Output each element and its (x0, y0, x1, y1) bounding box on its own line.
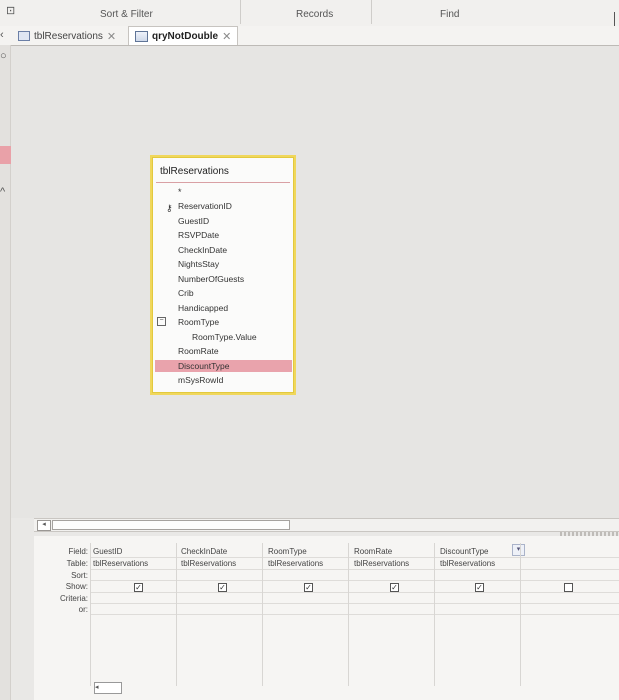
ribbon-group-records: Records (296, 9, 334, 20)
field-cell[interactable]: DiscountType (440, 547, 488, 556)
query-design-area[interactable] (11, 46, 619, 518)
chevron-left-icon[interactable]: ‹ (0, 29, 4, 41)
close-icon[interactable]: ✕ (222, 30, 231, 43)
navigation-pane-collapsed[interactable] (0, 45, 11, 700)
show-checkbox[interactable]: ✓ (304, 583, 313, 592)
table-cell[interactable]: tblReservations (354, 559, 409, 568)
ribbon-group-sort-filter: Sort & Filter (100, 9, 153, 20)
tab-label: tblReservations (34, 30, 103, 42)
show-checkbox[interactable]: ✓ (134, 583, 143, 592)
grid-column[interactable] (520, 543, 605, 686)
show-checkbox[interactable]: ✓ (475, 583, 484, 592)
field-item[interactable]: ReservationID (178, 201, 232, 211)
tab-label: qryNotDouble (152, 30, 219, 42)
table-icon (18, 31, 30, 41)
row-label-table: Table: (66, 559, 88, 568)
scroll-left-icon[interactable]: ◂ (37, 520, 51, 531)
field-cell[interactable]: RoomType (268, 547, 307, 556)
grid-scroll-left-icon[interactable]: ◂ (94, 682, 122, 694)
query-icon (135, 30, 148, 42)
field-item[interactable]: RoomType (178, 317, 219, 327)
ribbon-group-find: Find (440, 9, 460, 20)
row-label-sort: Sort: (71, 571, 88, 580)
show-checkbox[interactable] (564, 583, 573, 592)
title-divider (156, 182, 290, 183)
field-cell[interactable]: CheckInDate (181, 547, 227, 556)
field-cell[interactable]: GuestID (93, 547, 122, 556)
all-fields-item[interactable]: * (178, 187, 182, 197)
circle-icon[interactable]: ○ (0, 50, 7, 62)
field-item[interactable]: Handicapped (178, 303, 228, 313)
field-item[interactable]: NumberOfGuests (178, 274, 244, 284)
row-label-criteria: Criteria: (59, 594, 88, 603)
field-item[interactable]: Crib (178, 288, 194, 298)
table-cell[interactable]: tblReservations (268, 559, 323, 568)
field-item-selected[interactable]: DiscountType (178, 361, 230, 371)
table-cell[interactable]: tblReservations (440, 559, 495, 568)
show-checkbox[interactable]: ✓ (390, 583, 399, 592)
chevron-up-icon[interactable]: ^ (0, 186, 5, 198)
field-item[interactable]: CheckInDate (178, 245, 227, 255)
field-cell[interactable]: RoomRate (354, 547, 392, 556)
show-checkbox[interactable]: ✓ (218, 583, 227, 592)
field-item[interactable]: NightsStay (178, 259, 219, 269)
field-item[interactable]: RoomRate (178, 346, 219, 356)
row-label-show: Show: (65, 582, 88, 591)
ribbon-separator (240, 0, 241, 24)
table-cell[interactable]: tblReservations (93, 559, 148, 568)
dialog-launcher-icon[interactable]: ⊡ (6, 4, 15, 17)
table-field-list[interactable]: tblReservations * ⚷ ReservationID GuestI… (150, 155, 296, 395)
field-item[interactable]: mSysRowId (178, 375, 223, 385)
ribbon-separator (371, 0, 372, 24)
primary-key-icon: ⚷ (166, 203, 173, 213)
collapse-icon[interactable]: − (157, 317, 166, 326)
table-cell[interactable]: tblReservations (181, 559, 236, 568)
field-subitem[interactable]: RoomType.Value (192, 332, 257, 342)
field-item[interactable]: RSVPDate (178, 230, 219, 240)
tab-tblreservations[interactable]: tblReservations ✕ (12, 27, 122, 45)
row-label-field: Field: (68, 547, 88, 556)
tab-qrynotdouble[interactable]: qryNotDouble ✕ (128, 26, 239, 45)
row-label-or: or: (78, 605, 88, 614)
scroll-thumb[interactable] (52, 520, 290, 530)
table-title[interactable]: tblReservations (160, 166, 229, 177)
close-icon[interactable]: ✕ (107, 30, 116, 43)
field-item[interactable]: GuestID (178, 216, 209, 226)
